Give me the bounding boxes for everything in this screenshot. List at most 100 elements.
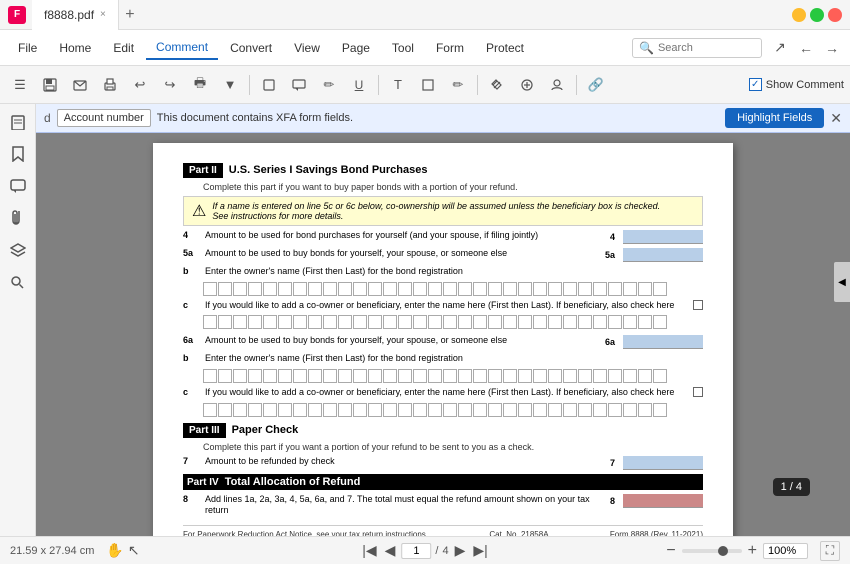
row5b-cell[interactable] xyxy=(383,282,397,296)
row5b-cell[interactable] xyxy=(203,282,217,296)
row6c-cell[interactable] xyxy=(458,403,472,417)
row5c-cell[interactable] xyxy=(608,315,622,329)
row5c-cell[interactable] xyxy=(473,315,487,329)
row5c-cell[interactable] xyxy=(353,315,367,329)
row5b-cell[interactable] xyxy=(293,282,307,296)
row6c-cell[interactable] xyxy=(653,403,667,417)
row5b-cell[interactable] xyxy=(428,282,442,296)
row6c-cell[interactable] xyxy=(638,403,652,417)
toolbar-redo-btn[interactable]: ↪ xyxy=(156,71,184,99)
row6c-cell[interactable] xyxy=(308,403,322,417)
page-number-input[interactable] xyxy=(401,543,431,559)
row6b-cell[interactable] xyxy=(533,369,547,383)
row6c-cell[interactable] xyxy=(218,403,232,417)
row6c-cell[interactable] xyxy=(278,403,292,417)
row6c-cell[interactable] xyxy=(413,403,427,417)
row5b-cell[interactable] xyxy=(638,282,652,296)
row5c-cell[interactable] xyxy=(518,315,532,329)
row6c-cell[interactable] xyxy=(548,403,562,417)
row5c-cell[interactable] xyxy=(638,315,652,329)
toolbar-manage-btn[interactable] xyxy=(543,71,571,99)
row5c-cell[interactable] xyxy=(503,315,517,329)
row5b-cell[interactable] xyxy=(353,282,367,296)
row5b-cell[interactable] xyxy=(398,282,412,296)
row6c-cell[interactable] xyxy=(518,403,532,417)
row5b-cell[interactable] xyxy=(233,282,247,296)
row5b-cell[interactable] xyxy=(563,282,577,296)
row5b-cell[interactable] xyxy=(608,282,622,296)
toolbar-comment-btn[interactable] xyxy=(285,71,313,99)
row5b-cell[interactable] xyxy=(458,282,472,296)
row5c-cell[interactable] xyxy=(338,315,352,329)
row6b-cell[interactable] xyxy=(338,369,352,383)
toolbar-highlight-btn[interactable] xyxy=(255,71,283,99)
row6b-cell[interactable] xyxy=(218,369,232,383)
row5c-cell[interactable] xyxy=(548,315,562,329)
row6c-cell[interactable] xyxy=(488,403,502,417)
menu-comment[interactable]: Comment xyxy=(146,36,218,60)
next-page-button[interactable]: ▶ xyxy=(453,542,468,559)
row5c-cell[interactable] xyxy=(278,315,292,329)
row5b-cell[interactable] xyxy=(338,282,352,296)
row6b-cell[interactable] xyxy=(383,369,397,383)
fullscreen-button[interactable]: ⛶ xyxy=(820,541,840,561)
zoom-in-button[interactable]: + xyxy=(748,542,757,560)
row6c-cell[interactable] xyxy=(353,403,367,417)
row6c-cell[interactable] xyxy=(593,403,607,417)
toolbar-link-btn[interactable]: 🔗 xyxy=(582,71,610,99)
row6b-cell[interactable] xyxy=(653,369,667,383)
sidebar-bookmark-icon[interactable] xyxy=(4,140,32,168)
row5b-cell[interactable] xyxy=(308,282,322,296)
row6b-cell[interactable] xyxy=(638,369,652,383)
row5c-cell[interactable] xyxy=(398,315,412,329)
row5b-cell[interactable] xyxy=(578,282,592,296)
row5b-cell[interactable] xyxy=(518,282,532,296)
row5c-cell[interactable] xyxy=(308,315,322,329)
sidebar-attachment-icon[interactable] xyxy=(4,204,32,232)
menu-form[interactable]: Form xyxy=(426,37,474,59)
menu-protect[interactable]: Protect xyxy=(476,37,534,59)
row5b-cell[interactable] xyxy=(593,282,607,296)
row5c-cell[interactable] xyxy=(578,315,592,329)
row4-input[interactable] xyxy=(623,230,703,244)
row6b-cell[interactable] xyxy=(428,369,442,383)
row6b-cell[interactable] xyxy=(248,369,262,383)
row5c-cell[interactable] xyxy=(248,315,262,329)
row6c-cell[interactable] xyxy=(383,403,397,417)
row5b-cell[interactable] xyxy=(653,282,667,296)
zoom-out-button[interactable]: − xyxy=(666,542,675,560)
row5c-cell[interactable] xyxy=(218,315,232,329)
menu-page[interactable]: Page xyxy=(332,37,380,59)
row6b-cell[interactable] xyxy=(623,369,637,383)
forward-icon[interactable]: → xyxy=(822,38,842,58)
sidebar-pages-icon[interactable] xyxy=(4,108,32,136)
row6b-cell[interactable] xyxy=(503,369,517,383)
row6c-cell[interactable] xyxy=(203,403,217,417)
row6c-cell[interactable] xyxy=(608,403,622,417)
close-button[interactable] xyxy=(828,8,842,22)
menu-edit[interactable]: Edit xyxy=(103,37,144,59)
toolbar-text-btn[interactable]: T xyxy=(384,71,412,99)
row6b-cell[interactable] xyxy=(368,369,382,383)
external-link-icon[interactable]: ↗ xyxy=(770,38,790,58)
toolbar-undo-btn[interactable]: ↩ xyxy=(126,71,154,99)
first-page-button[interactable]: |◀ xyxy=(360,542,378,559)
toolbar-dropdown-btn[interactable]: ▼ xyxy=(216,71,244,99)
row5c-cell[interactable] xyxy=(428,315,442,329)
menu-tool[interactable]: Tool xyxy=(382,37,424,59)
toolbar-save-btn[interactable] xyxy=(36,71,64,99)
row5c-cell[interactable] xyxy=(383,315,397,329)
row6c-cell[interactable] xyxy=(623,403,637,417)
toolbar-attach-btn[interactable] xyxy=(483,71,511,99)
row6b-cell[interactable] xyxy=(278,369,292,383)
new-tab-button[interactable]: + xyxy=(119,4,141,26)
row5c-cell[interactable] xyxy=(653,315,667,329)
search-input[interactable] xyxy=(658,42,755,54)
row8-input[interactable] xyxy=(623,494,703,508)
row6c-cell[interactable] xyxy=(338,403,352,417)
row6b-cell[interactable] xyxy=(473,369,487,383)
row6b-cell[interactable] xyxy=(293,369,307,383)
row5c-cell[interactable] xyxy=(368,315,382,329)
row6b-cell[interactable] xyxy=(458,369,472,383)
row5b-cell[interactable] xyxy=(623,282,637,296)
